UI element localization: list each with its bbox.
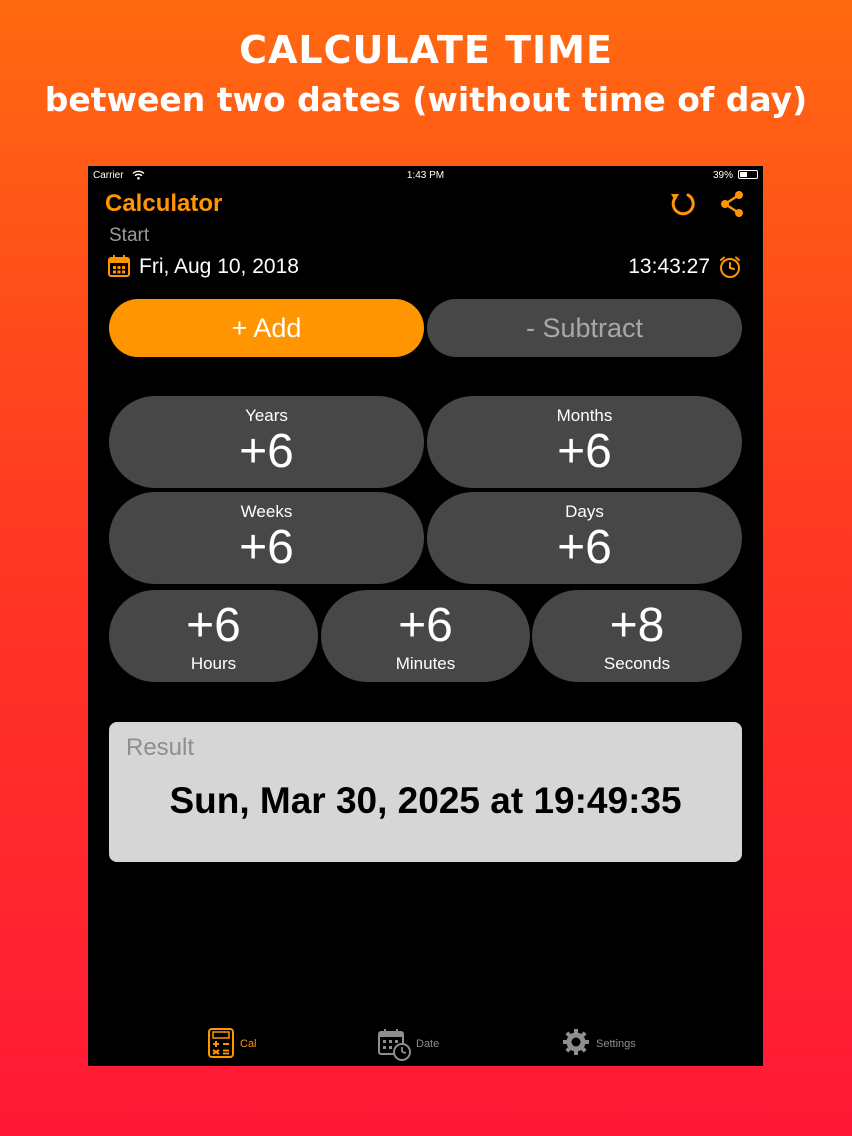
weeks-value: +6 [239, 521, 294, 574]
months-stepper[interactable]: Months +6 [427, 396, 742, 488]
add-button[interactable]: + Add [109, 299, 424, 357]
status-time: 1:43 PM [406, 170, 445, 181]
status-bar: Carrier 1:43 PM 39% [88, 166, 763, 184]
months-value: +6 [557, 425, 612, 478]
gear-icon [563, 1029, 589, 1055]
calculator-icon [208, 1028, 234, 1058]
promo-headline: CALCULATE TIME [239, 28, 613, 72]
hours-stepper[interactable]: +6 Hours [109, 590, 318, 682]
device-screen: Carrier 1:43 PM 39% Calculator Start Fri… [88, 166, 763, 1066]
tab-date-label: Date [416, 1038, 440, 1050]
start-time[interactable]: 13:43:27 [628, 255, 710, 279]
weeks-stepper[interactable]: Weeks +6 [109, 492, 424, 584]
battery-percent: 39% [712, 170, 733, 181]
years-label: Years [245, 406, 288, 425]
clock-icon[interactable] [718, 255, 742, 279]
tab-settings-label: Settings [596, 1038, 636, 1050]
days-value: +6 [557, 521, 612, 574]
seconds-value: +8 [609, 599, 665, 652]
calendar-clock-icon [378, 1029, 411, 1061]
app-title: Calculator [105, 190, 223, 217]
years-value: +6 [239, 425, 294, 478]
start-date[interactable]: Fri, Aug 10, 2018 [139, 255, 299, 279]
weeks-label: Weeks [240, 502, 293, 521]
promo-subheadline: between two dates (without time of day) [44, 80, 808, 119]
subtract-button[interactable]: - Subtract [427, 299, 742, 357]
seconds-label: Seconds [603, 654, 671, 673]
hours-value: +6 [186, 599, 241, 652]
battery-icon [738, 170, 758, 179]
years-stepper[interactable]: Years +6 [109, 396, 424, 488]
start-label: Start [109, 225, 150, 246]
result-panel: Result Sun, Mar 30, 2025 at 19:49:35 [109, 722, 742, 862]
seconds-stepper[interactable]: +8 Seconds [532, 590, 742, 682]
months-label: Months [556, 406, 613, 425]
calendar-icon[interactable] [107, 254, 131, 278]
tab-cal-label: Cal [240, 1038, 257, 1050]
hours-label: Hours [190, 654, 237, 673]
result-value: Sun, Mar 30, 2025 at 19:49:35 [169, 780, 682, 821]
result-label: Result [126, 734, 195, 761]
minutes-value: +6 [398, 599, 453, 652]
share-icon[interactable] [718, 190, 746, 218]
days-stepper[interactable]: Days +6 [427, 492, 742, 584]
minutes-label: Minutes [395, 654, 456, 673]
days-label: Days [565, 502, 604, 521]
refresh-icon[interactable] [668, 190, 696, 218]
minutes-stepper[interactable]: +6 Minutes [321, 590, 530, 682]
